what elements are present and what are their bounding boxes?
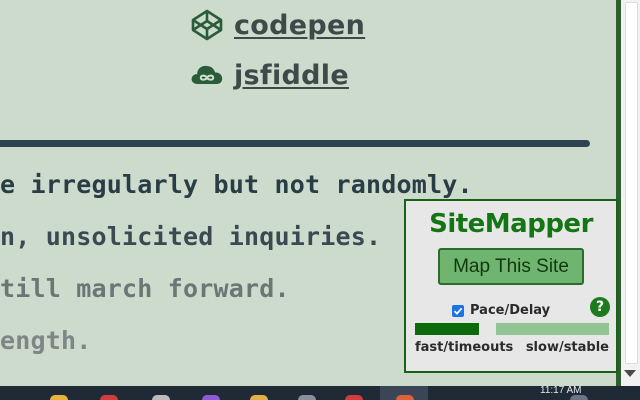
taskbar-clock: 11:17 AM bbox=[540, 386, 582, 396]
pace-delay-slider[interactable] bbox=[415, 323, 609, 335]
sitemapper-panel: SiteMapper Map This Site Pace/Delay ? fa… bbox=[404, 199, 618, 373]
browser-icon bbox=[396, 395, 414, 400]
active-task-button[interactable] bbox=[380, 386, 428, 400]
checkmark-icon bbox=[453, 307, 463, 315]
slider-min-label: fast/timeouts bbox=[415, 340, 514, 355]
slider-labels: fast/timeouts slow/stable bbox=[415, 340, 609, 355]
codepen-link-row[interactable]: codepen bbox=[190, 8, 365, 42]
section-divider bbox=[0, 140, 590, 147]
app-icon[interactable] bbox=[152, 395, 170, 400]
codepen-link[interactable]: codepen bbox=[234, 10, 365, 41]
slider-handle[interactable] bbox=[479, 323, 496, 335]
body-text-line: n, unsolicited inquiries. bbox=[0, 222, 382, 251]
scrollbar-thumb[interactable] bbox=[625, 2, 638, 364]
sitemapper-title: SiteMapper bbox=[429, 209, 593, 239]
codepen-icon bbox=[190, 8, 224, 42]
help-icon[interactable]: ? bbox=[590, 297, 610, 317]
jsfiddle-link[interactable]: jsfiddle bbox=[234, 60, 349, 91]
app-icon[interactable] bbox=[250, 395, 268, 400]
map-this-site-button[interactable]: Map This Site bbox=[438, 248, 584, 285]
app-icon[interactable] bbox=[100, 395, 118, 400]
folder-icon[interactable] bbox=[50, 395, 68, 400]
app-icon[interactable] bbox=[298, 395, 316, 400]
slider-fill bbox=[415, 323, 479, 335]
app-icon[interactable] bbox=[202, 395, 220, 400]
pace-delay-checkbox[interactable] bbox=[452, 304, 464, 317]
scroll-down-arrow-icon[interactable] bbox=[624, 370, 636, 377]
pace-delay-toggle[interactable]: Pace/Delay bbox=[452, 303, 550, 318]
jsfiddle-link-row[interactable]: jsfiddle bbox=[190, 58, 349, 92]
pace-delay-label: Pace/Delay bbox=[470, 303, 551, 318]
vertical-scrollbar[interactable] bbox=[621, 0, 640, 386]
jsfiddle-cloud-icon bbox=[190, 58, 224, 92]
body-text-line: ength. bbox=[0, 326, 92, 355]
body-text-line: till march forward. bbox=[0, 274, 290, 303]
os-taskbar: 11:17 AM bbox=[0, 386, 640, 400]
body-text-line: e irregularly but not randomly. bbox=[0, 170, 473, 199]
app-icon[interactable] bbox=[345, 395, 363, 400]
slider-max-label: slow/stable bbox=[525, 340, 609, 355]
